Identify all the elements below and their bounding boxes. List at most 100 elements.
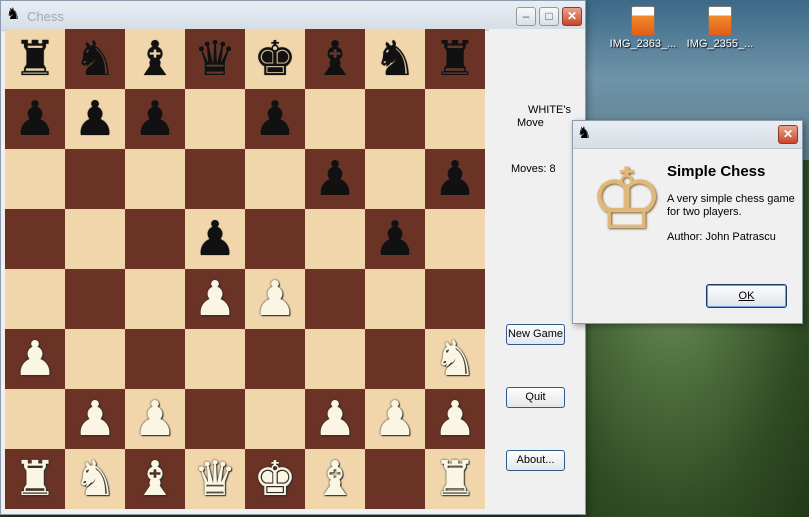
black-pawn-icon[interactable]: ♟ (313, 155, 356, 203)
square-d1[interactable]: ♛ (185, 449, 245, 509)
white-rook-icon[interactable]: ♜ (13, 455, 56, 503)
square-f2[interactable]: ♟ (305, 389, 365, 449)
square-e3[interactable] (245, 329, 305, 389)
black-bishop-icon[interactable]: ♝ (313, 35, 356, 83)
square-g3[interactable] (365, 329, 425, 389)
white-king-icon[interactable]: ♚ (253, 455, 296, 503)
square-b2[interactable]: ♟ (65, 389, 125, 449)
square-f3[interactable] (305, 329, 365, 389)
black-pawn-icon[interactable]: ♟ (433, 155, 476, 203)
dialog-titlebar[interactable]: ♞ ✕ (573, 121, 802, 149)
white-queen-icon[interactable]: ♛ (193, 455, 236, 503)
white-pawn-icon[interactable]: ♟ (13, 335, 56, 383)
white-pawn-icon[interactable]: ♟ (193, 275, 236, 323)
square-g7[interactable] (365, 89, 425, 149)
black-rook-icon[interactable]: ♜ (13, 35, 56, 83)
square-h2[interactable]: ♟ (425, 389, 485, 449)
close-button[interactable]: ✕ (562, 7, 582, 26)
square-d8[interactable]: ♛ (185, 29, 245, 89)
square-h1[interactable]: ♜ (425, 449, 485, 509)
square-d7[interactable] (185, 89, 245, 149)
white-rook-icon[interactable]: ♜ (433, 455, 476, 503)
black-pawn-icon[interactable]: ♟ (193, 215, 236, 263)
square-g6[interactable] (365, 149, 425, 209)
square-b3[interactable] (65, 329, 125, 389)
square-f7[interactable] (305, 89, 365, 149)
square-g2[interactable]: ♟ (365, 389, 425, 449)
square-g5[interactable]: ♟ (365, 209, 425, 269)
white-knight-icon[interactable]: ♞ (73, 455, 116, 503)
square-a1[interactable]: ♜ (5, 449, 65, 509)
square-c2[interactable]: ♟ (125, 389, 185, 449)
square-e8[interactable]: ♚ (245, 29, 305, 89)
square-c1[interactable]: ♝ (125, 449, 185, 509)
square-f8[interactable]: ♝ (305, 29, 365, 89)
window-titlebar[interactable]: ♞ Chess – □ ✕ (1, 1, 585, 31)
square-g1[interactable] (365, 449, 425, 509)
square-h7[interactable] (425, 89, 485, 149)
square-a6[interactable] (5, 149, 65, 209)
black-king-icon[interactable]: ♚ (253, 35, 296, 83)
white-pawn-icon[interactable]: ♟ (253, 275, 296, 323)
square-a5[interactable] (5, 209, 65, 269)
white-pawn-icon[interactable]: ♟ (433, 395, 476, 443)
square-b8[interactable]: ♞ (65, 29, 125, 89)
white-bishop-icon[interactable]: ♝ (133, 455, 176, 503)
white-knight-icon[interactable]: ♞ (433, 335, 476, 383)
square-d5[interactable]: ♟ (185, 209, 245, 269)
square-f1[interactable]: ♝ (305, 449, 365, 509)
square-a2[interactable] (5, 389, 65, 449)
white-pawn-icon[interactable]: ♟ (373, 395, 416, 443)
square-h5[interactable] (425, 209, 485, 269)
square-g8[interactable]: ♞ (365, 29, 425, 89)
white-pawn-icon[interactable]: ♟ (73, 395, 116, 443)
square-f5[interactable] (305, 209, 365, 269)
square-b7[interactable]: ♟ (65, 89, 125, 149)
square-c4[interactable] (125, 269, 185, 329)
square-e2[interactable] (245, 389, 305, 449)
white-pawn-icon[interactable]: ♟ (133, 395, 176, 443)
black-pawn-icon[interactable]: ♟ (133, 95, 176, 143)
black-pawn-icon[interactable]: ♟ (253, 95, 296, 143)
about-button[interactable]: About... (506, 450, 565, 471)
new-game-button[interactable]: New Game (506, 324, 565, 345)
square-b6[interactable] (65, 149, 125, 209)
square-f4[interactable] (305, 269, 365, 329)
square-b4[interactable] (65, 269, 125, 329)
square-c8[interactable]: ♝ (125, 29, 185, 89)
square-c6[interactable] (125, 149, 185, 209)
square-d3[interactable] (185, 329, 245, 389)
square-b5[interactable] (65, 209, 125, 269)
square-c7[interactable]: ♟ (125, 89, 185, 149)
square-d2[interactable] (185, 389, 245, 449)
black-pawn-icon[interactable]: ♟ (13, 95, 56, 143)
desktop-image-file-icon-2[interactable]: IMG_2355_... (680, 6, 760, 50)
square-a3[interactable]: ♟ (5, 329, 65, 389)
dialog-close-button[interactable]: ✕ (778, 125, 798, 144)
square-d4[interactable]: ♟ (185, 269, 245, 329)
square-e5[interactable] (245, 209, 305, 269)
square-c5[interactable] (125, 209, 185, 269)
minimize-button[interactable]: – (516, 7, 536, 26)
white-pawn-icon[interactable]: ♟ (313, 395, 356, 443)
black-knight-icon[interactable]: ♞ (73, 35, 116, 83)
square-e4[interactable]: ♟ (245, 269, 305, 329)
black-bishop-icon[interactable]: ♝ (133, 35, 176, 83)
square-d6[interactable] (185, 149, 245, 209)
square-h4[interactable] (425, 269, 485, 329)
square-c3[interactable] (125, 329, 185, 389)
black-queen-icon[interactable]: ♛ (193, 35, 236, 83)
square-e6[interactable] (245, 149, 305, 209)
quit-button[interactable]: Quit (506, 387, 565, 408)
ok-button[interactable]: OK (706, 284, 787, 308)
square-a7[interactable]: ♟ (5, 89, 65, 149)
black-pawn-icon[interactable]: ♟ (73, 95, 116, 143)
square-f6[interactable]: ♟ (305, 149, 365, 209)
square-e7[interactable]: ♟ (245, 89, 305, 149)
black-knight-icon[interactable]: ♞ (373, 35, 416, 83)
square-h6[interactable]: ♟ (425, 149, 485, 209)
maximize-button[interactable]: □ (539, 7, 559, 26)
square-e1[interactable]: ♚ (245, 449, 305, 509)
square-b1[interactable]: ♞ (65, 449, 125, 509)
square-h8[interactable]: ♜ (425, 29, 485, 89)
